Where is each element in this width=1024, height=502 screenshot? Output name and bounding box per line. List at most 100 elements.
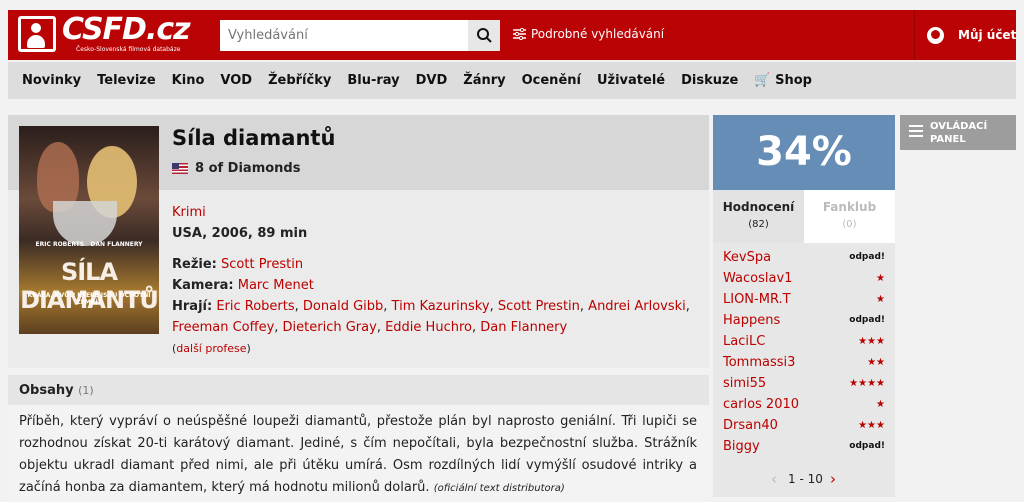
plot-title-row: Obsahy (1)	[19, 383, 94, 398]
nav-bluray[interactable]: Blu-ray	[347, 73, 399, 88]
nav-kino[interactable]: Kino	[172, 73, 205, 88]
cast-link[interactable]: Tim Kazurinsky	[392, 299, 490, 314]
plot-title: Obsahy	[19, 383, 74, 398]
plot-count: (1)	[78, 384, 94, 397]
next-page-icon[interactable]: ›	[830, 471, 836, 487]
tab-ratings-label: Hodnocení	[722, 200, 795, 214]
tab-ratings[interactable]: Hodnocení (82)	[713, 190, 804, 243]
rating-row: Happens odpad!	[723, 313, 885, 334]
advanced-search-link[interactable]: Podrobné vyhledávání	[513, 27, 664, 41]
rating-user-link[interactable]: Drsan40	[723, 418, 778, 433]
poster-tagline: KRÁSA, KVŮLI KTERÉ JSOU OCHOTNÍ ZEMŘÍT	[27, 292, 151, 306]
rating-pager: ‹ 1 - 10 ›	[771, 471, 861, 489]
site-logo[interactable]: CSFD.cz Česko-Slovenská filmová databáze	[18, 12, 191, 56]
nav-uzivatele[interactable]: Uživatelé	[597, 73, 665, 88]
tab-fanclub-count: (0)	[842, 219, 857, 230]
cast-link[interactable]: Andrei Arlovski	[588, 299, 686, 314]
rating-value: ★	[876, 399, 885, 410]
tab-fanclub[interactable]: Fanklub (0)	[804, 190, 895, 243]
plot-card: Obsahy (1) Příběh, který vypráví o neúsp…	[8, 375, 709, 502]
logo-person-icon	[18, 16, 56, 52]
cast-link[interactable]: Dan Flannery	[480, 320, 567, 335]
plot-body: Příběh, který vypráví o neúspěšné loupež…	[19, 414, 697, 495]
rating-user-link[interactable]: KevSpa	[723, 250, 771, 265]
rating-value: ★★	[867, 357, 885, 368]
rating-user-link[interactable]: LaciLC	[723, 334, 765, 349]
genre-link[interactable]: Krimi	[172, 205, 206, 220]
rating-user-link[interactable]: Wacoslav1	[723, 271, 792, 286]
cast-link[interactable]: Eric Roberts	[216, 299, 294, 314]
tab-ratings-count: (82)	[748, 219, 769, 230]
logo-subtitle: Česko-Slovenská filmová databáze	[76, 46, 181, 53]
account-label: Můj účet	[958, 28, 1017, 42]
plot-source: (oficiální text distributora)	[433, 483, 565, 494]
advanced-search-label: Podrobné vyhledávání	[531, 27, 665, 41]
camera-row: Kamera: Marc Menet	[172, 278, 314, 293]
director-link[interactable]: Scott Prestin	[221, 257, 303, 272]
account-menu[interactable]: Můj účet	[914, 10, 1016, 60]
nav-diskuze[interactable]: Diskuze	[681, 73, 738, 88]
nav-televize[interactable]: Televize	[97, 73, 156, 88]
nav-shop[interactable]: 🛒 Shop	[754, 73, 812, 88]
film-poster[interactable]: ERIC ROBERTS DAN FLANNERY SÍLA DIAMANTŮ …	[19, 126, 159, 334]
nav-novinky[interactable]: Novinky	[22, 73, 81, 88]
rating-value: ★★★	[858, 336, 885, 347]
nav-zebricky[interactable]: Žebříčky	[268, 73, 331, 88]
tab-fanclub-label: Fanklub	[822, 200, 877, 214]
original-title: 8 of Diamonds	[195, 161, 301, 176]
site-header: CSFD.cz Česko-Slovenská filmová databáze…	[8, 10, 1016, 60]
rating-row: Tommassi3 ★★	[723, 355, 885, 376]
poster-actors: ERIC ROBERTS DAN FLANNERY	[35, 241, 143, 248]
cart-icon: 🛒	[754, 73, 771, 88]
rating-row: Drsan40 ★★★	[723, 418, 885, 439]
cast-link[interactable]: Scott Prestin	[498, 299, 580, 314]
previous-page-icon[interactable]: ‹	[771, 471, 777, 487]
rating-user-link[interactable]: Happens	[723, 313, 780, 328]
rating-user-link[interactable]: Biggy	[723, 439, 760, 454]
user-avatar-icon	[927, 27, 944, 44]
rating-row: LION-MR.T ★	[723, 292, 885, 313]
search-input[interactable]	[220, 20, 468, 51]
nav-oceneni[interactable]: Ocenění	[522, 73, 581, 88]
rating-score: 34%	[713, 115, 895, 190]
logo-text: CSFD.cz	[62, 12, 191, 47]
control-panel-button[interactable]: OVLÁDACÍ PANEL	[900, 115, 1016, 150]
rating-list: KevSpa odpad! Wacoslav1 ★ LION-MR.T ★ Happe…	[723, 250, 885, 460]
rating-user-link[interactable]: carlos 2010	[723, 397, 799, 412]
cast-row: Hrají: Eric Roberts, Donald Gibb, Tim Ka…	[172, 299, 690, 335]
cast-link[interactable]: Dieterich Gray	[283, 320, 377, 335]
nav-zanry[interactable]: Žánry	[463, 73, 505, 88]
rating-row: KevSpa odpad!	[723, 250, 885, 271]
nav-shop-label: Shop	[775, 73, 812, 88]
cast-link[interactable]: Freeman Coffey	[172, 320, 274, 335]
film-detail-card: ERIC ROBERTS DAN FLANNERY SÍLA DIAMANTŮ …	[8, 115, 709, 368]
nav-dvd[interactable]: DVD	[416, 73, 448, 88]
rating-user-link[interactable]: Tommassi3	[723, 355, 795, 370]
poster-glass	[53, 201, 117, 246]
search-button[interactable]	[468, 20, 500, 51]
original-title-row: 8 of Diamonds	[172, 161, 300, 176]
film-origin: USA, 2006, 89 min	[172, 226, 308, 241]
rating-tabs: Hodnocení (82) Fanklub (0)	[713, 190, 895, 243]
rating-user-link[interactable]: simi55	[723, 376, 766, 391]
us-flag-icon	[172, 163, 188, 174]
rating-user-link[interactable]: LION-MR.T	[723, 292, 791, 307]
rating-row: Biggy odpad!	[723, 439, 885, 460]
nav-vod[interactable]: VOD	[220, 73, 252, 88]
rating-value: odpad!	[849, 441, 885, 451]
pager-range: 1 - 10	[788, 472, 823, 486]
credits: Režie: Scott Prestin Kamera: Marc Menet …	[172, 254, 692, 359]
more-professions-link[interactable]: další profese	[176, 342, 246, 355]
camera-link[interactable]: Marc Menet	[238, 278, 314, 293]
control-panel-label: OVLÁDACÍ PANEL	[930, 121, 988, 145]
plot-header: Obsahy (1)	[8, 375, 709, 405]
search-icon	[477, 28, 492, 43]
director-row: Režie: Scott Prestin	[172, 257, 304, 272]
rating-row: Wacoslav1 ★	[723, 271, 885, 292]
cast-link[interactable]: Donald Gibb	[303, 299, 383, 314]
main-navigation: Novinky Televize Kino VOD Žebříčky Blu-r…	[8, 62, 1016, 99]
filter-icon	[513, 28, 526, 40]
cast-link[interactable]: Eddie Huchro	[385, 320, 472, 335]
plot-text: Příběh, který vypráví o neúspěšné loupež…	[19, 411, 697, 500]
more-professions-row: (další profese)	[172, 342, 251, 355]
